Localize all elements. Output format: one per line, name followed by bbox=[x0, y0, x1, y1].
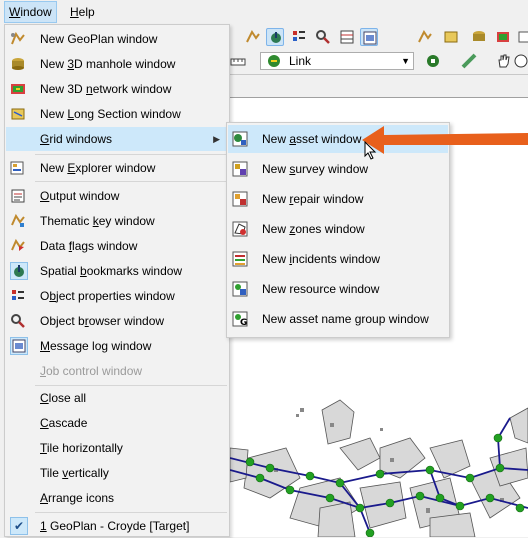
menu-item-grid-windows[interactable]: Grid windows ▶ bbox=[6, 127, 228, 151]
svg-text:G: G bbox=[240, 318, 247, 327]
resource-grid-icon bbox=[232, 281, 248, 297]
main-toolbar bbox=[230, 24, 528, 51]
workspace-header bbox=[230, 75, 528, 98]
message-log-toolbar-icon[interactable] bbox=[360, 28, 378, 46]
long-section-icon bbox=[10, 106, 26, 122]
menu-separator bbox=[35, 512, 227, 513]
spatial-bookmarks-toolbar-icon[interactable] bbox=[266, 28, 284, 46]
object-browser-icon bbox=[10, 313, 26, 329]
thematic-key-icon bbox=[10, 213, 26, 229]
zoom-icon[interactable] bbox=[512, 52, 528, 70]
spatial-bookmarks-icon bbox=[10, 262, 28, 280]
mouse-cursor-icon bbox=[364, 141, 377, 160]
submenu-item-new-repair[interactable]: New repair window bbox=[228, 185, 448, 213]
menu-separator bbox=[35, 181, 227, 182]
submenu-arrow-icon: ▶ bbox=[213, 134, 220, 144]
menu-item-close-all[interactable]: Close all bbox=[6, 386, 228, 410]
pan-hand-icon[interactable] bbox=[494, 52, 512, 70]
menu-item-object-browser[interactable]: Object browser window bbox=[6, 309, 228, 333]
zones-grid-icon bbox=[232, 221, 248, 237]
menu-separator bbox=[35, 154, 227, 155]
menu-item-tile-horizontally[interactable]: Tile horizontally bbox=[6, 436, 228, 460]
menu-bar: Window Help bbox=[0, 0, 528, 24]
survey-grid-icon bbox=[232, 161, 248, 177]
link-icon bbox=[265, 53, 283, 69]
ruler-icon[interactable] bbox=[230, 53, 246, 71]
data-flags-icon bbox=[10, 238, 26, 254]
link-type-combo[interactable]: Link ▼ bbox=[260, 52, 414, 70]
menu-item-tile-vertically[interactable]: Tile vertically bbox=[6, 461, 228, 485]
asset-name-group-icon: G bbox=[232, 311, 248, 327]
menu-item-new-3d-network[interactable]: New 3D network window bbox=[6, 77, 228, 101]
menu-item-open-window-1[interactable]: ✔ 1 GeoPlan - Croyde [Target] bbox=[6, 514, 228, 538]
long-section-toolbar-icon[interactable] bbox=[442, 28, 460, 46]
menu-help[interactable]: Help bbox=[66, 2, 99, 22]
pipe-tool-icon[interactable] bbox=[460, 52, 478, 70]
geoplan-window-icon bbox=[10, 31, 26, 47]
message-log-icon bbox=[10, 337, 28, 355]
window-menu: New GeoPlan window New 3D manhole window… bbox=[4, 24, 230, 537]
submenu-item-new-asset-name-group[interactable]: G New asset name group window bbox=[228, 305, 448, 333]
manhole-3d-icon bbox=[10, 56, 26, 72]
menu-item-object-properties[interactable]: Object properties window bbox=[6, 284, 228, 308]
explorer-toolbar-icon[interactable] bbox=[516, 28, 528, 46]
menu-window[interactable]: Window bbox=[4, 1, 57, 23]
menu-item-spatial-bookmarks[interactable]: Spatial bookmarks window bbox=[6, 259, 228, 283]
menu-item-job-control: Job control window bbox=[40, 364, 143, 378]
chevron-down-icon: ▼ bbox=[401, 56, 410, 66]
object-properties-icon bbox=[10, 288, 26, 304]
menu-item-thematic-key[interactable]: Thematic key window bbox=[6, 209, 228, 233]
menu-item-arrange-icons[interactable]: Arrange icons bbox=[6, 486, 228, 510]
menu-item-new-geoplan[interactable]: New GeoPlan window bbox=[6, 27, 228, 51]
output-window-icon bbox=[10, 188, 26, 204]
menu-item-new-3d-manhole[interactable]: New 3D manhole window bbox=[6, 52, 228, 76]
table-toolbar-icon[interactable] bbox=[338, 28, 356, 46]
checkmark-icon: ✔ bbox=[10, 517, 28, 535]
menu-item-new-explorer[interactable]: New Explorer window bbox=[6, 156, 228, 180]
select-tool-icon[interactable] bbox=[424, 52, 442, 70]
object-properties-toolbar-icon[interactable] bbox=[290, 28, 308, 46]
manhole-3d-toolbar-icon[interactable] bbox=[470, 28, 488, 46]
submenu-item-new-resource[interactable]: New resource window bbox=[228, 275, 448, 303]
asset-grid-icon bbox=[232, 131, 248, 147]
submenu-item-new-zones[interactable]: New zones window bbox=[228, 215, 448, 243]
explorer-window-icon bbox=[10, 160, 26, 176]
menu-item-output-window[interactable]: Output window bbox=[6, 184, 228, 208]
incidents-grid-icon bbox=[232, 251, 248, 267]
toolbar-tool-icon[interactable] bbox=[244, 28, 262, 46]
menu-item-message-log[interactable]: Message log window bbox=[6, 334, 228, 358]
geoplan-toolbar-icon[interactable] bbox=[416, 28, 434, 46]
object-browser-toolbar-icon[interactable] bbox=[314, 28, 332, 46]
submenu-item-new-incidents[interactable]: New incidents window bbox=[228, 245, 448, 273]
annotation-arrow-icon bbox=[362, 126, 528, 154]
network-3d-toolbar-icon[interactable] bbox=[494, 28, 512, 46]
network-3d-icon bbox=[10, 81, 26, 97]
menu-item-cascade[interactable]: Cascade bbox=[6, 411, 228, 435]
menu-item-new-long-section[interactable]: New Long Section window bbox=[6, 102, 228, 126]
menu-item-data-flags[interactable]: Data flags window bbox=[6, 234, 228, 258]
repair-grid-icon bbox=[232, 191, 248, 207]
